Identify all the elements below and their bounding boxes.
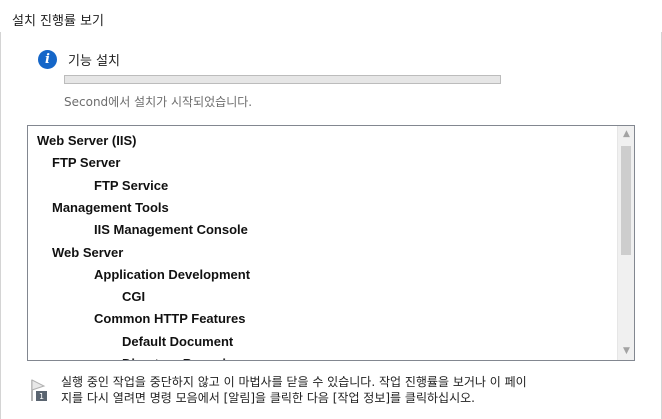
tree-item: Web Server xyxy=(52,244,124,260)
info-icon: i xyxy=(38,49,57,69)
note-line-2: 지를 다시 열려면 명령 모음에서 [알림]을 클릭한 다음 [작업 정보]를 … xyxy=(61,391,475,405)
flag-icon: 1 xyxy=(31,374,49,402)
tree-item: IIS Management Console xyxy=(94,222,248,238)
tree-item: Application Development xyxy=(94,266,251,282)
page-title: 설치 진행률 보기 xyxy=(12,14,104,29)
tree-item: Management Tools xyxy=(52,199,169,215)
tree-item: FTP Service xyxy=(94,177,169,193)
tree-item: Web Server (IIS) xyxy=(37,133,137,148)
tree-item: CGI xyxy=(122,289,146,305)
tree-item: Directory Browsing xyxy=(122,356,242,360)
svg-text:1: 1 xyxy=(39,392,44,401)
tree-item: Default Document xyxy=(122,333,234,349)
note-line-1: 실행 중인 작업을 중단하지 않고 이 마법사를 닫을 수 있습니다. 작업 진… xyxy=(61,375,527,389)
tree-item: Common HTTP Features xyxy=(94,311,246,327)
feature-tree[interactable]: Web Server (IIS) FTP Server FTP Service Man… xyxy=(27,125,635,361)
task-header: i 기능 설치 xyxy=(38,48,120,70)
left-frame-line xyxy=(0,32,1,419)
feature-tree-list: Web Server (IIS) FTP Server FTP Service Man… xyxy=(28,126,616,360)
status-text: Second에서 설치가 시작되었습니다. xyxy=(64,95,253,109)
scroll-up-icon[interactable]: ▲ xyxy=(618,126,634,143)
task-label: 기능 설치 xyxy=(68,53,120,69)
scroll-down-icon[interactable]: ▼ xyxy=(618,343,634,360)
scroll-thumb[interactable] xyxy=(621,146,631,255)
progress-bar xyxy=(64,75,501,84)
tree-item: FTP Server xyxy=(52,155,121,171)
vertical-scrollbar[interactable]: ▲ ▼ xyxy=(617,126,634,360)
close-wizard-note: 1 실행 중인 작업을 중단하지 않고 이 마법사를 닫을 수 있습니다. 작업… xyxy=(31,374,527,406)
